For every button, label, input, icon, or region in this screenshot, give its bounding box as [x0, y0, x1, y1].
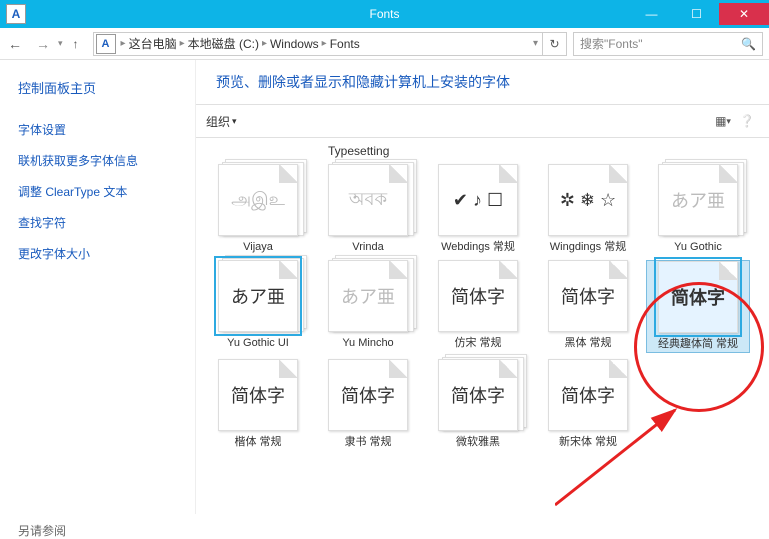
chevron-down-icon: ▾ — [232, 116, 237, 127]
font-preview-text: அஇஉ — [231, 189, 285, 212]
up-button[interactable]: ↑ — [65, 33, 87, 55]
font-preview-text: 简体字 — [451, 382, 505, 408]
font-preview-tile[interactable]: あア亜 — [328, 260, 408, 332]
font-preview-tile[interactable]: 简体字 — [548, 359, 628, 431]
font-name-label: 楷体 常规 — [234, 435, 281, 449]
fonts-grid[interactable]: Typesetting அஇஉ Vijaya অবক Vrinda ✔ ♪ ☐ Webdi… — [196, 138, 769, 514]
font-preview-text: あア亜 — [341, 283, 395, 309]
chevron-right-icon[interactable]: ▸ — [180, 38, 185, 49]
font-item[interactable]: 简体字楷体 常规 — [206, 359, 310, 449]
font-preview-text: ✔ ♪ ☐ — [453, 190, 503, 211]
help-button[interactable]: ❔ — [735, 109, 759, 133]
font-preview-text: অবক — [349, 185, 387, 216]
breadcrumb-dropdown-icon[interactable]: ▾ — [529, 38, 542, 49]
font-item[interactable]: 简体字仿宋 常规 — [426, 260, 530, 352]
sidebar-link[interactable]: 联机获取更多字体信息 — [18, 152, 177, 169]
breadcrumb-part[interactable]: 这台电脑 — [129, 35, 177, 52]
font-item[interactable]: ✔ ♪ ☐ Webdings 常规 — [426, 164, 530, 254]
font-item[interactable]: 简体字黑体 常规 — [536, 260, 640, 352]
view-options-button[interactable]: ▦▾ — [711, 109, 735, 133]
font-preview-text: ✲ ❄ ☆ — [560, 190, 616, 211]
font-name-label: 隶书 常规 — [344, 435, 391, 449]
chevron-right-icon[interactable]: ▸ — [121, 38, 126, 49]
font-name-label: Vrinda — [352, 240, 383, 254]
page-heading: 预览、删除或者显示和隐藏计算机上安装的字体 — [196, 60, 769, 104]
refresh-button[interactable]: ↻ — [542, 33, 566, 55]
font-name-label: Vijaya — [243, 240, 273, 254]
font-preview-text: 简体字 — [341, 382, 395, 408]
chevron-right-icon[interactable]: ▸ — [322, 38, 327, 49]
font-preview-tile[interactable]: ✲ ❄ ☆ — [548, 164, 628, 236]
font-item[interactable]: 简体字隶书 常规 — [316, 359, 420, 449]
main-content: 预览、删除或者显示和隐藏计算机上安装的字体 组织 ▾ ▦▾ ❔ Typesett… — [195, 60, 769, 514]
font-preview-text: 简体字 — [561, 382, 615, 408]
font-name-label: Yu Mincho — [342, 336, 393, 350]
font-item[interactable]: অবক Vrinda — [316, 164, 420, 254]
font-name-label: 经典趣体简 常规 — [658, 337, 738, 351]
font-preview-tile[interactable]: 简体字 — [658, 261, 738, 333]
font-item[interactable]: 简体字新宋体 常规 — [536, 359, 640, 449]
font-preview-tile[interactable]: 简体字 — [548, 260, 628, 332]
font-label: Typesetting — [206, 142, 759, 164]
font-item[interactable]: 简体字经典趣体简 常规 — [646, 260, 750, 352]
sidebar-link[interactable]: 更改字体大小 — [18, 245, 177, 262]
titlebar: A Fonts — ☐ ✕ — [0, 0, 769, 28]
font-name-label: 微软雅黑 — [456, 435, 500, 449]
app-icon: A — [6, 4, 26, 24]
sidebar-link[interactable]: 调整 ClearType 文本 — [18, 183, 177, 200]
font-name-label: Yu Gothic UI — [227, 336, 289, 350]
font-preview-text: 简体字 — [671, 284, 725, 310]
breadcrumb[interactable]: A ▸ 这台电脑 ▸ 本地磁盘 (C:) ▸ Windows ▸ Fonts ▾… — [93, 32, 567, 56]
font-preview-tile[interactable]: 简体字 — [328, 359, 408, 431]
location-icon: A — [96, 34, 116, 54]
window-title: Fonts — [369, 7, 399, 21]
sidebar-link[interactable]: 查找字符 — [18, 214, 177, 231]
history-dropdown-icon[interactable]: ▾ — [58, 38, 63, 49]
font-preview-text: あア亜 — [671, 187, 725, 213]
search-placeholder: 搜索"Fonts" — [580, 35, 643, 52]
sidebar-link[interactable]: 字体设置 — [18, 121, 177, 138]
font-name-label: Wingdings 常规 — [550, 240, 626, 254]
font-item[interactable]: ✲ ❄ ☆ Wingdings 常规 — [536, 164, 640, 254]
breadcrumb-part[interactable]: Fonts — [330, 37, 360, 51]
control-panel-home-link[interactable]: 控制面板主页 — [18, 78, 177, 97]
font-preview-tile[interactable]: 简体字 — [438, 260, 518, 332]
font-item[interactable]: あア亜 Yu Gothic — [646, 164, 750, 254]
font-preview-text: 简体字 — [561, 283, 615, 309]
search-input[interactable]: 搜索"Fonts" 🔍 — [573, 32, 763, 56]
font-preview-tile[interactable]: அஇஉ — [218, 164, 298, 236]
font-name-label: 仿宋 常规 — [454, 336, 501, 350]
toolbar: 组织 ▾ ▦▾ ❔ — [196, 104, 769, 138]
font-preview-tile[interactable]: あア亜 — [658, 164, 738, 236]
chevron-right-icon[interactable]: ▸ — [262, 38, 267, 49]
sidebar: 控制面板主页 字体设置 联机获取更多字体信息 调整 ClearType 文本 查… — [0, 60, 195, 514]
font-item[interactable]: あア亜 Yu Mincho — [316, 260, 420, 352]
font-preview-text: 简体字 — [451, 283, 505, 309]
font-item[interactable]: அஇஉ Vijaya — [206, 164, 310, 254]
see-also-label: 另请参阅 — [18, 522, 177, 539]
close-button[interactable]: ✕ — [719, 3, 769, 25]
navbar: ← → ▾ ↑ A ▸ 这台电脑 ▸ 本地磁盘 (C:) ▸ Windows ▸… — [0, 28, 769, 60]
search-icon[interactable]: 🔍 — [741, 37, 756, 51]
back-button[interactable]: ← — [2, 31, 28, 57]
maximize-button[interactable]: ☐ — [674, 3, 719, 25]
breadcrumb-part[interactable]: Windows — [270, 37, 319, 51]
font-preview-tile[interactable]: あア亜 — [218, 260, 298, 332]
font-name-label: 新宋体 常规 — [559, 435, 617, 449]
forward-button[interactable]: → — [30, 31, 56, 57]
organize-menu[interactable]: 组织 ▾ — [206, 113, 237, 130]
font-preview-tile[interactable]: ✔ ♪ ☐ — [438, 164, 518, 236]
font-preview-tile[interactable]: 简体字 — [438, 359, 518, 431]
font-item[interactable]: 简体字微软雅黑 — [426, 359, 530, 449]
font-preview-text: あア亜 — [231, 283, 285, 309]
font-preview-tile[interactable]: 简体字 — [218, 359, 298, 431]
breadcrumb-part[interactable]: 本地磁盘 (C:) — [188, 35, 259, 52]
font-preview-text: 简体字 — [231, 382, 285, 408]
font-item[interactable]: あア亜 Yu Gothic UI — [206, 260, 310, 352]
font-name-label: Yu Gothic — [674, 240, 722, 254]
minimize-button[interactable]: — — [629, 3, 674, 25]
font-name-label: Webdings 常规 — [441, 240, 515, 254]
font-preview-tile[interactable]: অবক — [328, 164, 408, 236]
font-name-label: 黑体 常规 — [564, 336, 611, 350]
